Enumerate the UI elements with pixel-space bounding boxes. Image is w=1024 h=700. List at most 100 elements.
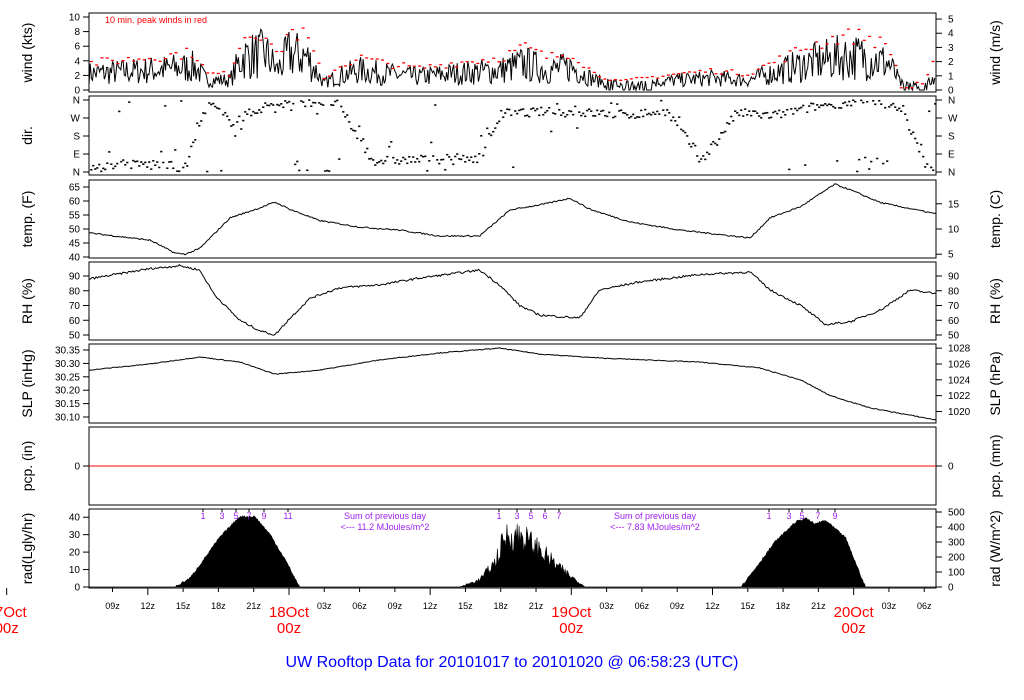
wind-dir-point xyxy=(328,170,331,172)
rad-hour-label: 9 xyxy=(261,511,266,521)
wind-dir-point xyxy=(550,130,553,133)
wind-dir-point xyxy=(736,112,739,114)
wind-dir-point xyxy=(624,112,627,115)
wind-dir-point xyxy=(908,129,911,131)
wind-dir-point xyxy=(656,110,659,113)
wind-dir-point xyxy=(322,104,325,106)
wind-dir-point xyxy=(324,170,327,172)
wind-dir-point xyxy=(276,103,279,106)
wind-dir-point xyxy=(100,170,103,173)
wind-dir-point xyxy=(400,160,403,162)
wind-dir-point xyxy=(342,111,345,113)
wind-dir-point xyxy=(758,115,761,117)
wind-dir-point xyxy=(818,106,821,109)
wind-dir-point xyxy=(616,103,619,105)
date-label-hour: 00z xyxy=(0,620,19,637)
wind-dir-point xyxy=(260,111,263,114)
wind-dir-point xyxy=(702,155,705,157)
wind-dir-point xyxy=(138,165,141,167)
wind-dir-point xyxy=(668,112,671,114)
slp-ytick-label: 30.20 xyxy=(55,386,80,397)
wind-dir-point xyxy=(146,166,149,168)
wind-ylabel-right: wind (m/s) xyxy=(987,20,1003,86)
wind-dir-point xyxy=(518,109,521,112)
wind-dir-point xyxy=(930,166,933,169)
rh-ytick-right-label: 80 xyxy=(948,286,960,297)
dir-ytick-right-label: N xyxy=(948,168,955,179)
wind-dir-point xyxy=(494,127,497,129)
wind-dir-point xyxy=(750,114,753,117)
wind-dir-point xyxy=(742,115,745,117)
rad-ytick-right-label: 0 xyxy=(948,583,954,594)
wind-dir-point xyxy=(866,100,869,103)
wind-dir-point xyxy=(696,155,699,157)
wind-dir-point xyxy=(422,155,425,158)
wind-dir-point xyxy=(802,104,805,107)
rh-ytick-right-label: 60 xyxy=(948,316,960,327)
wind-dir-point xyxy=(238,115,241,118)
wind-dir-point xyxy=(636,116,639,118)
rad-daily-sum-heading: Sum of previous day xyxy=(614,511,697,521)
rh-ylabel-right: RH (%) xyxy=(987,278,1003,324)
wind-dir-point xyxy=(786,108,789,111)
wind-dir-point xyxy=(854,100,857,103)
rad-area xyxy=(89,514,936,588)
wind-dir-point xyxy=(258,109,261,111)
wind-dir-point xyxy=(122,159,125,161)
pcp-ylabel: pcp. (in) xyxy=(19,441,35,492)
wind-dir-point xyxy=(456,153,459,155)
rh-ytick-right-label: 50 xyxy=(948,331,960,342)
temp-ytick-label: 65 xyxy=(69,183,81,194)
wind-dir-point xyxy=(718,138,721,140)
wind-dir-point xyxy=(468,159,471,162)
wind-dir-point xyxy=(762,112,765,115)
wind-dir-point xyxy=(686,135,689,137)
wind-dir-point xyxy=(810,102,813,105)
wind-dir-point xyxy=(920,143,923,146)
dir-ytick-right-label: E xyxy=(948,150,955,161)
date-label-day: 19Oct xyxy=(551,604,592,621)
wind-dir-point xyxy=(564,115,567,118)
wind-dir-point xyxy=(296,160,299,163)
wind-dir-point xyxy=(406,162,409,165)
wind-dir-point xyxy=(366,147,369,150)
wind-dir-point xyxy=(360,139,363,142)
wind-dir-point xyxy=(544,111,547,114)
wind-dir-point xyxy=(480,135,483,137)
wind-dir-point xyxy=(408,156,411,158)
wind-dir-point xyxy=(880,103,883,105)
wind-dir-point xyxy=(784,113,787,116)
wind-dir-point xyxy=(448,156,451,158)
wind-dir-point xyxy=(190,145,193,148)
wind-dir-point xyxy=(870,160,873,163)
wind-dir-point xyxy=(868,168,871,170)
wind-dir-point xyxy=(472,161,475,164)
wind-dir-point xyxy=(492,130,495,133)
wind-dir-point xyxy=(558,108,561,111)
wind-dir-point xyxy=(510,114,513,117)
wind-dir-point xyxy=(378,161,381,163)
temp-ytick-right-label: 10 xyxy=(948,225,960,236)
wind-dir-point xyxy=(236,121,239,123)
wind-dir-point xyxy=(452,163,455,166)
wind-dir-point xyxy=(812,102,815,105)
rad-hour-label: 3 xyxy=(514,511,519,521)
wind-dir-point xyxy=(876,157,879,160)
wind-dir-point xyxy=(216,107,219,109)
wind-dir-point xyxy=(108,151,111,153)
wind-dir-point xyxy=(910,133,913,135)
wind-dir-point xyxy=(562,112,565,114)
wind-dir-point xyxy=(856,170,859,173)
wind-dir-point xyxy=(372,159,375,161)
time-tick-label: 21z xyxy=(529,601,544,611)
wind-dir-point xyxy=(346,114,349,116)
wind-dir-point xyxy=(154,164,157,166)
wind-dir-point xyxy=(282,106,285,109)
wind-dir-point xyxy=(302,101,305,103)
wind-dir-point xyxy=(708,153,711,155)
wind-dir-point xyxy=(764,112,767,114)
wind-dir-point xyxy=(662,109,665,111)
date-label-hour: 00z xyxy=(277,620,301,637)
wind-dir-point xyxy=(388,145,391,148)
wind-dir-point xyxy=(192,141,195,144)
